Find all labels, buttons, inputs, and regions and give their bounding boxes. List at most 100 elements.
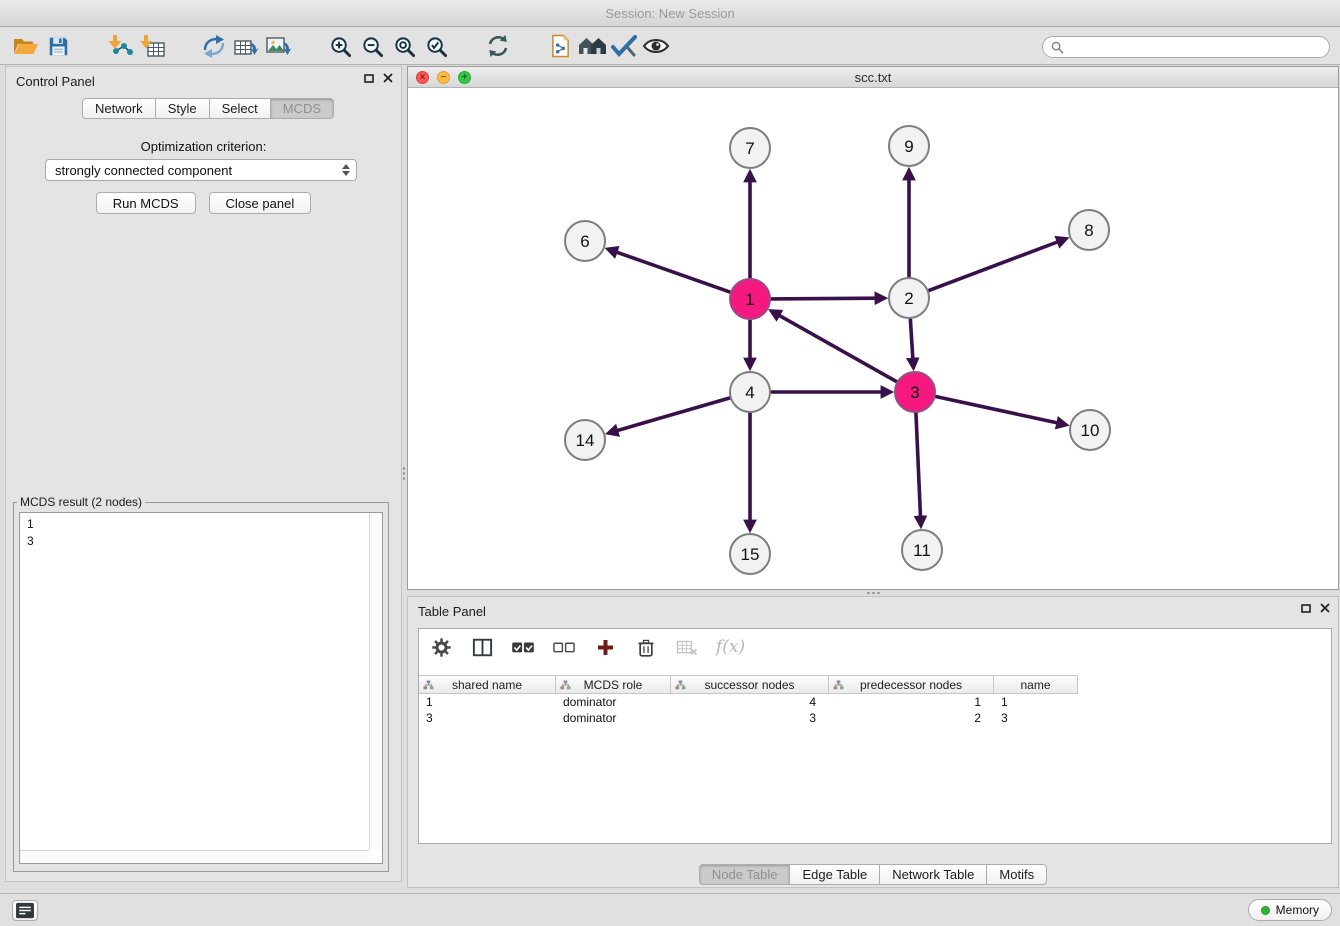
- table-row[interactable]: 3dominator323: [419, 710, 1078, 726]
- memory-button[interactable]: Memory: [1248, 899, 1332, 921]
- svg-text:1: 1: [745, 290, 754, 309]
- toolbar-group: [324, 31, 452, 61]
- float-icon[interactable]: [1301, 604, 1311, 613]
- deselect-all-icon: [552, 638, 576, 656]
- graph-node-2[interactable]: 2: [889, 278, 929, 318]
- show-details-eye-button[interactable]: [640, 31, 672, 61]
- zoom-window-button[interactable]: +: [458, 71, 471, 84]
- graph-node-11[interactable]: 11: [902, 530, 942, 570]
- graph-node-6[interactable]: 6: [565, 221, 605, 261]
- graph-edge-2-3[interactable]: [910, 318, 913, 361]
- tab-select[interactable]: Select: [210, 98, 271, 119]
- svg-text:10: 10: [1081, 421, 1100, 440]
- optimization-select[interactable]: strongly connected component: [45, 159, 357, 181]
- close-icon[interactable]: [1320, 603, 1330, 613]
- network-canvas[interactable]: 7 9 6 8 1 2 4 3 14 10 15 11: [408, 88, 1338, 589]
- minimize-window-button[interactable]: −: [437, 71, 450, 84]
- export-document-button[interactable]: [544, 31, 576, 61]
- column-header-shared-name[interactable]: shared name: [419, 675, 556, 694]
- window-titlebar: Session: New Session: [0, 0, 1340, 27]
- select-all-button[interactable]: [511, 634, 535, 660]
- refresh-layout-button[interactable]: [482, 31, 514, 61]
- zoom-out-button[interactable]: [356, 31, 388, 61]
- gear-button[interactable]: [429, 634, 453, 660]
- home-button[interactable]: [576, 31, 608, 61]
- result-vertical-scrollbar[interactable]: [369, 513, 382, 850]
- refresh-layout-icon: [486, 34, 510, 58]
- search-icon: [1051, 41, 1064, 54]
- graph-edge-1-2[interactable]: [770, 298, 878, 299]
- save-session-button[interactable]: [42, 31, 74, 61]
- graph-edge-3-1[interactable]: [777, 314, 898, 382]
- float-icon[interactable]: [364, 74, 374, 83]
- tab-style[interactable]: Style: [156, 98, 210, 119]
- node-table: shared nameMCDS rolesuccessor nodesprede…: [419, 675, 1078, 726]
- graph-node-14[interactable]: 14: [565, 420, 605, 460]
- cell-predecessor-nodes: 1: [829, 694, 994, 710]
- tab-motifs[interactable]: Motifs: [987, 864, 1047, 885]
- graph-node-4[interactable]: 4: [730, 372, 770, 412]
- open-session-button[interactable]: [10, 31, 42, 61]
- column-header-name[interactable]: name: [994, 675, 1078, 694]
- graph-node-1[interactable]: 1: [730, 279, 770, 319]
- close-panel-button[interactable]: Close panel: [209, 192, 312, 214]
- toolbar-groups: [10, 31, 702, 61]
- add-column-button[interactable]: [593, 634, 617, 660]
- memory-status-icon: [1261, 906, 1270, 915]
- export-image-button[interactable]: [262, 31, 294, 61]
- svg-text:15: 15: [741, 545, 760, 564]
- search-input[interactable]: [1069, 40, 1321, 54]
- graph-edge-3-10[interactable]: [935, 396, 1060, 423]
- svg-text:14: 14: [576, 431, 595, 450]
- tab-mcds[interactable]: MCDS: [271, 98, 334, 119]
- close-window-button[interactable]: ×: [416, 71, 429, 84]
- graph-edge-1-6[interactable]: [614, 251, 731, 292]
- column-label: name: [1020, 678, 1050, 692]
- graph-node-10[interactable]: 10: [1070, 410, 1110, 450]
- search-field[interactable]: [1042, 36, 1330, 58]
- zoom-fit-button[interactable]: [388, 31, 420, 61]
- split-column-button[interactable]: [470, 634, 494, 660]
- deselect-all-button[interactable]: [552, 634, 576, 660]
- result-horizontal-scrollbar[interactable]: [20, 850, 369, 863]
- column-header-mcds-role[interactable]: MCDS role: [556, 675, 671, 694]
- graph-node-3[interactable]: 3: [895, 372, 935, 412]
- export-table-icon: [233, 34, 259, 58]
- column-header-predecessor-nodes[interactable]: predecessor nodes: [829, 675, 994, 694]
- table-panel-tabs: Node TableEdge TableNetwork TableMotifs: [408, 864, 1338, 885]
- network-view-window: ×−+ scc.txt 7968124314101511: [407, 66, 1339, 590]
- import-table-button[interactable]: [136, 31, 168, 61]
- cell-name: 3: [994, 710, 1078, 726]
- graph-node-8[interactable]: 8: [1069, 210, 1109, 250]
- run-mcds-button[interactable]: Run MCDS: [96, 192, 196, 214]
- main-toolbar: [0, 28, 1340, 65]
- table-row[interactable]: 1dominator411: [419, 694, 1078, 710]
- graph-edge-2-8[interactable]: [928, 241, 1060, 291]
- zoom-in-button[interactable]: [324, 31, 356, 61]
- import-network-button[interactable]: [104, 31, 136, 61]
- graph-node-9[interactable]: 9: [889, 126, 929, 166]
- select-all-icon: [511, 638, 535, 656]
- close-icon[interactable]: [383, 73, 393, 83]
- tab-network[interactable]: Network: [82, 98, 156, 119]
- delete-column-button[interactable]: [634, 634, 658, 660]
- export-table-button[interactable]: [230, 31, 262, 61]
- column-header-successor-nodes[interactable]: successor nodes: [671, 675, 829, 694]
- svg-text:7: 7: [745, 139, 754, 158]
- cell-shared-name: 3: [419, 710, 556, 726]
- control-panel-header: Control Panel: [6, 67, 401, 93]
- graph-node-15[interactable]: 15: [730, 534, 770, 574]
- export-network-button[interactable]: [198, 31, 230, 61]
- tab-node-table[interactable]: Node Table: [699, 864, 791, 885]
- graph-edge-3-11[interactable]: [916, 412, 921, 519]
- annotation-button[interactable]: [608, 31, 640, 61]
- tab-network-table[interactable]: Network Table: [880, 864, 987, 885]
- task-history-button[interactable]: [12, 900, 38, 921]
- mcds-result-box: MCDS result (2 nodes) 13: [13, 495, 389, 872]
- graph-node-7[interactable]: 7: [730, 128, 770, 168]
- tab-edge-table[interactable]: Edge Table: [790, 864, 880, 885]
- memory-label: Memory: [1276, 903, 1319, 917]
- delete-column-icon: [636, 637, 656, 658]
- graph-edge-4-14[interactable]: [615, 398, 731, 432]
- zoom-selected-button[interactable]: [420, 31, 452, 61]
